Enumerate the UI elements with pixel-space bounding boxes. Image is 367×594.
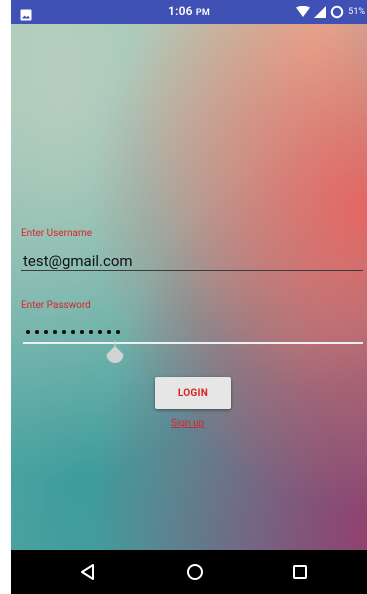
text-cursor-handle[interactable] — [106, 341, 124, 367]
status-icons: 51% — [296, 5, 365, 19]
home-circle-icon[interactable] — [185, 562, 205, 582]
battery-ring-icon — [330, 5, 344, 19]
navigation-bar — [11, 550, 367, 594]
status-bar: 1:06 PM 51% — [11, 0, 367, 24]
status-time-ampm: PM — [195, 8, 210, 18]
back-triangle-icon[interactable] — [78, 562, 98, 582]
signup-link[interactable]: Sign up — [171, 418, 204, 429]
username-underline — [21, 270, 363, 271]
username-input[interactable] — [23, 252, 363, 270]
login-button[interactable]: LOGIN — [155, 377, 231, 409]
password-underline-focused — [23, 342, 363, 344]
recents-square-icon[interactable] — [290, 562, 310, 582]
password-input[interactable] — [26, 327, 120, 337]
battery-percentage: 51% — [348, 7, 365, 17]
status-time-value: 1:06 — [168, 4, 193, 18]
login-screen: 1:06 PM 51% Enter Username Enter Passwor… — [11, 0, 367, 594]
username-label: Enter Username — [21, 228, 93, 239]
password-label: Enter Password — [21, 300, 91, 311]
signal-icon — [314, 6, 327, 18]
wifi-icon — [296, 6, 311, 18]
